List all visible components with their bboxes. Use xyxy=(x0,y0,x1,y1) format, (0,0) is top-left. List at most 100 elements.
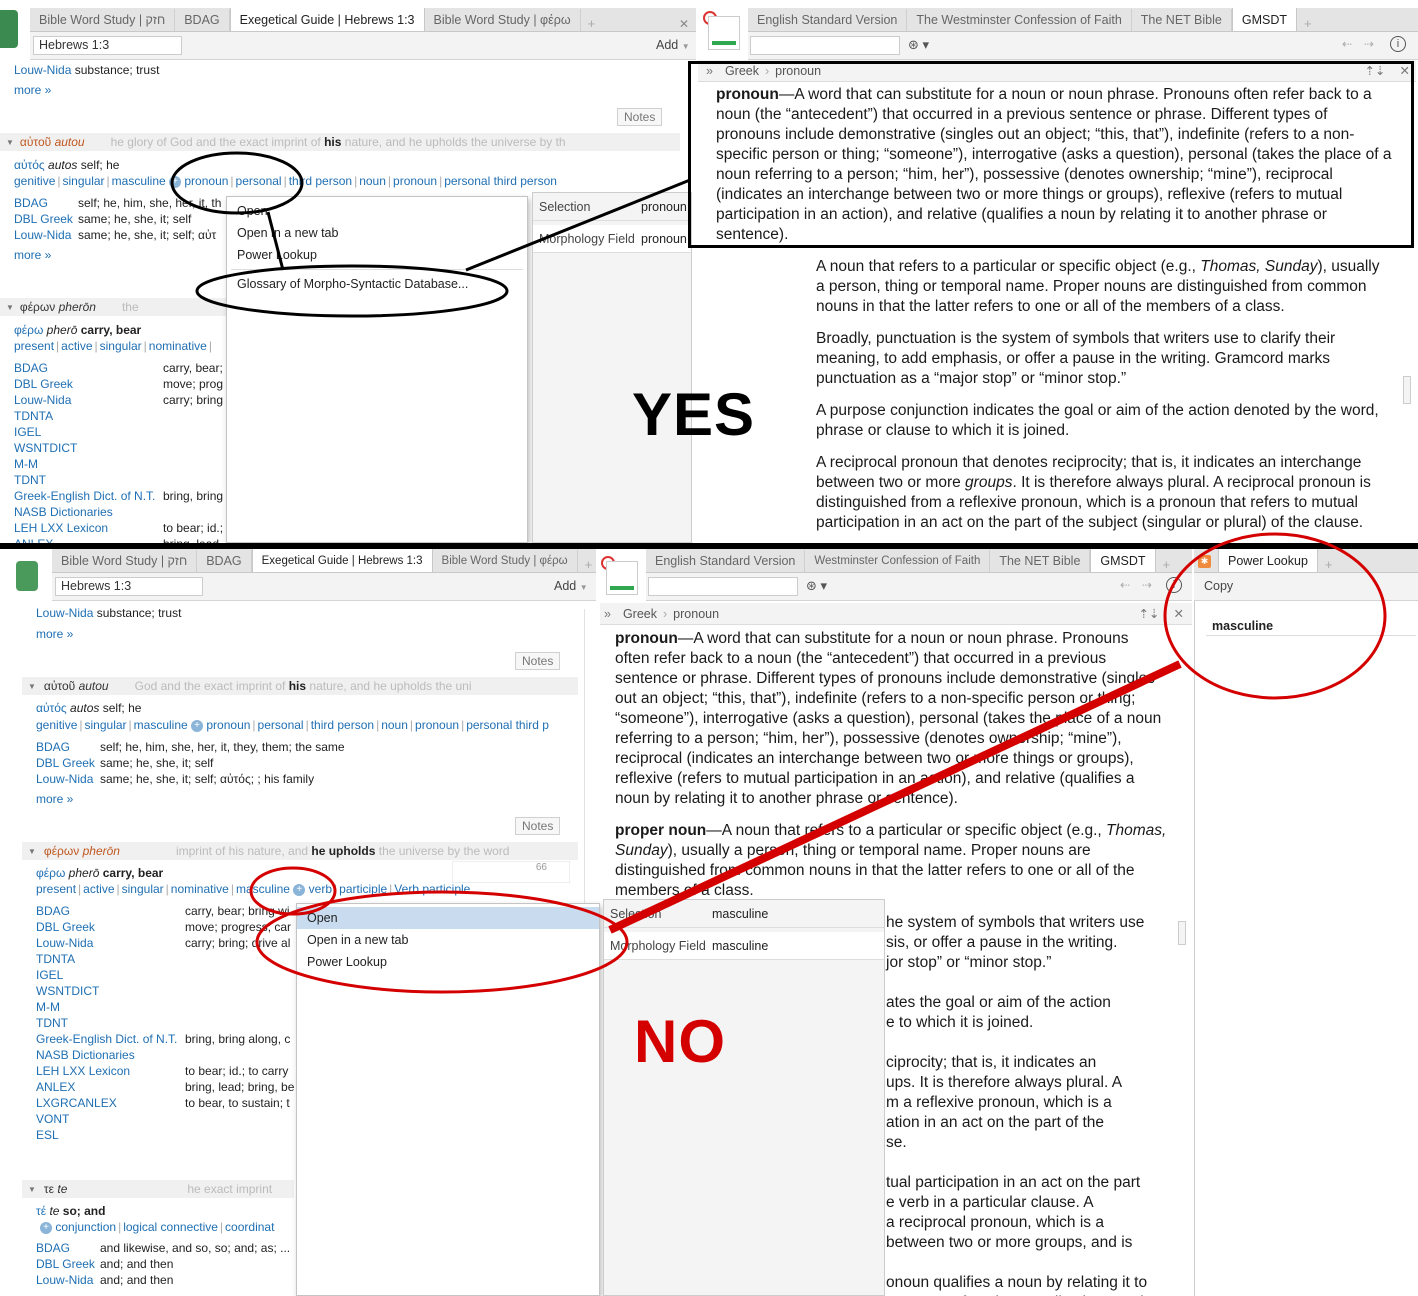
add-tab-icon[interactable]: + xyxy=(581,16,603,31)
lexicon-link[interactable]: ESL xyxy=(36,1127,185,1143)
add-tab-icon[interactable]: + xyxy=(1297,16,1319,31)
parsing-item[interactable]: participle xyxy=(339,882,387,896)
menu-item-glossary[interactable]: Glossary of Morpho-Syntactic Database... xyxy=(227,273,527,295)
menu-item-power-lookup[interactable]: Power Lookup xyxy=(227,244,527,266)
back-arrow-icon[interactable]: ⇠ xyxy=(1120,578,1130,592)
lexicon-link[interactable]: DBL Greek xyxy=(36,755,100,771)
top-app-menu-icon[interactable] xyxy=(0,10,18,48)
more-link[interactable]: more » xyxy=(36,791,73,807)
lexicon-link[interactable]: Louw-Nida xyxy=(14,63,71,77)
lexicon-link[interactable]: TDNT xyxy=(36,1015,185,1031)
tab-power-lookup[interactable]: Power Lookup xyxy=(1218,549,1318,572)
scrollbar-thumb[interactable] xyxy=(1178,921,1186,945)
forward-arrow-icon[interactable]: ⇢ xyxy=(1364,37,1374,51)
add-tab-icon[interactable]: + xyxy=(1156,557,1178,572)
lexicon-link[interactable]: WSNTDICT xyxy=(36,983,185,999)
add-button[interactable]: Add ▼ xyxy=(554,579,588,593)
reference-input[interactable]: Hebrews 1:3 xyxy=(55,577,203,596)
parsing-item[interactable]: Verb participle xyxy=(394,882,470,896)
more-link[interactable]: more » xyxy=(14,247,51,263)
parsing-item[interactable]: pronoun xyxy=(184,174,228,188)
lemma-link[interactable]: τέ xyxy=(36,1204,46,1218)
visual-filter-icon[interactable]: ⊛ ▾ xyxy=(908,37,929,53)
parsing-item[interactable]: active xyxy=(83,882,114,896)
parsing-item[interactable]: genitive xyxy=(36,718,77,732)
lexicon-link[interactable]: LEH LXX Lexicon xyxy=(36,1063,185,1079)
lemma-link[interactable]: φέρω xyxy=(36,866,65,880)
lexicon-link[interactable]: BDAG xyxy=(14,195,78,211)
plus-circle-icon[interactable]: + xyxy=(191,719,204,732)
tab-westminster[interactable]: Westminster Confession of Faith xyxy=(805,550,991,572)
parsing-item[interactable]: pronoun xyxy=(206,718,250,732)
tab-westminster[interactable]: The Westminster Confession of Faith xyxy=(907,9,1132,31)
lexicon-link[interactable]: Louw-Nida xyxy=(14,392,163,408)
lexicon-link[interactable]: Louw-Nida xyxy=(36,771,100,787)
menu-item-power-lookup[interactable]: Power Lookup xyxy=(297,951,599,973)
parsing-item[interactable]: pronoun xyxy=(415,718,459,732)
parsing-item[interactable]: nominative xyxy=(171,882,229,896)
lexicon-link[interactable]: Louw-Nida xyxy=(36,935,185,951)
parsing-item[interactable]: coordinat xyxy=(225,1220,274,1234)
parsing-item[interactable]: singular xyxy=(122,882,164,896)
lexicon-link[interactable]: ANLEX xyxy=(36,1079,185,1095)
lexicon-link[interactable]: DBL Greek xyxy=(14,376,163,392)
parsing-item-masculine[interactable]: masculine xyxy=(236,882,290,896)
search-input[interactable] xyxy=(750,36,900,55)
menu-item-open-new-tab[interactable]: Open in a new tab xyxy=(227,222,527,244)
info-icon[interactable]: i xyxy=(1166,577,1182,593)
copy-button[interactable]: Copy xyxy=(1204,579,1233,593)
lexicon-link[interactable]: DBL Greek xyxy=(36,1256,100,1272)
tab-exegetical-guide[interactable]: Exegetical Guide | Hebrews 1:3 xyxy=(251,549,433,572)
lexicon-link[interactable]: DBL Greek xyxy=(14,211,78,227)
parsing-item[interactable]: noun xyxy=(359,174,386,188)
menu-item-open[interactable]: Open xyxy=(297,907,599,929)
tab-exegetical-guide[interactable]: Exegetical Guide | Hebrews 1:3 xyxy=(229,8,425,31)
expand-icon[interactable]: » xyxy=(604,607,611,621)
tab-esv[interactable]: English Standard Version xyxy=(748,9,908,31)
parsing-item[interactable]: singular xyxy=(63,174,105,188)
lemma-link[interactable]: φέρω xyxy=(14,323,43,337)
lexicon-link[interactable]: TDNTA xyxy=(36,951,185,967)
app-menu-icon[interactable] xyxy=(16,561,38,591)
notes-button[interactable]: Notes xyxy=(515,652,561,670)
visual-filter-icon[interactable]: ⊛ ▾ xyxy=(806,578,827,594)
section-header-autou[interactable]: ▼ αὐτοῦ autou God and the exact imprint … xyxy=(22,677,578,695)
tab-bible-word-study-hebrew[interactable]: Bible Word Study | חזק xyxy=(30,9,176,31)
lexicon-link[interactable]: DBL Greek xyxy=(36,919,185,935)
section-header-pheron[interactable]: ▼ φέρων pherōn the xyxy=(0,298,226,316)
parsing-item[interactable]: masculine xyxy=(134,718,188,732)
plus-circle-icon[interactable]: + xyxy=(40,1221,52,1234)
menu-item-open-new-tab[interactable]: Open in a new tab xyxy=(297,929,599,951)
tab-gmsdt[interactable]: GMSDT xyxy=(1231,8,1297,31)
lexicon-link[interactable]: BDAG xyxy=(36,1240,100,1256)
parsing-item[interactable]: singular xyxy=(100,339,142,353)
parsing-item[interactable]: verb xyxy=(309,882,332,896)
lexicon-link[interactable]: IGEL xyxy=(14,424,163,440)
parsing-item[interactable]: noun xyxy=(381,718,408,732)
search-input[interactable] xyxy=(648,577,798,596)
plus-circle-icon[interactable]: + xyxy=(293,883,306,896)
back-arrow-icon[interactable]: ⇠ xyxy=(1342,37,1352,51)
lexicon-link[interactable]: Greek-English Dict. of N.T. xyxy=(36,1031,185,1047)
lexicon-link[interactable]: Greek-English Dict. of N.T. xyxy=(14,488,163,504)
parsing-item[interactable]: present xyxy=(14,339,54,353)
tab-bdag[interactable]: BDAG xyxy=(197,550,252,572)
power-lookup-icon[interactable]: ✱ xyxy=(1198,555,1211,568)
more-link[interactable]: more » xyxy=(14,82,51,98)
add-tab-icon[interactable]: + xyxy=(578,557,596,572)
parsing-item[interactable]: personal xyxy=(258,718,304,732)
close-icon[interactable]: ✕ xyxy=(672,17,696,31)
parsing-item[interactable]: personal third p xyxy=(466,718,549,732)
tab-net-bible[interactable]: The NET Bible xyxy=(990,550,1091,572)
lexicon-link[interactable]: LEH LXX Lexicon xyxy=(14,520,163,536)
lexicon-link[interactable]: LXGRCANLEX xyxy=(36,1095,185,1111)
parsing-item[interactable]: genitive xyxy=(14,174,55,188)
resource-cover-icon[interactable] xyxy=(708,16,740,50)
tab-bible-word-study-greek[interactable]: Bible Word Study | φέρω xyxy=(425,9,581,31)
lexicon-link[interactable]: NASB Dictionaries xyxy=(36,1047,185,1063)
section-header-pheron[interactable]: ▼ φέρων pherōn imprint of his nature, an… xyxy=(22,842,578,860)
lexicon-link[interactable]: M-M xyxy=(36,999,185,1015)
tab-bible-word-study-greek[interactable]: Bible Word Study | φέρω xyxy=(433,550,578,572)
lexicon-link[interactable]: VONT xyxy=(36,1111,185,1127)
lexicon-link[interactable]: WSNTDICT xyxy=(14,440,163,456)
